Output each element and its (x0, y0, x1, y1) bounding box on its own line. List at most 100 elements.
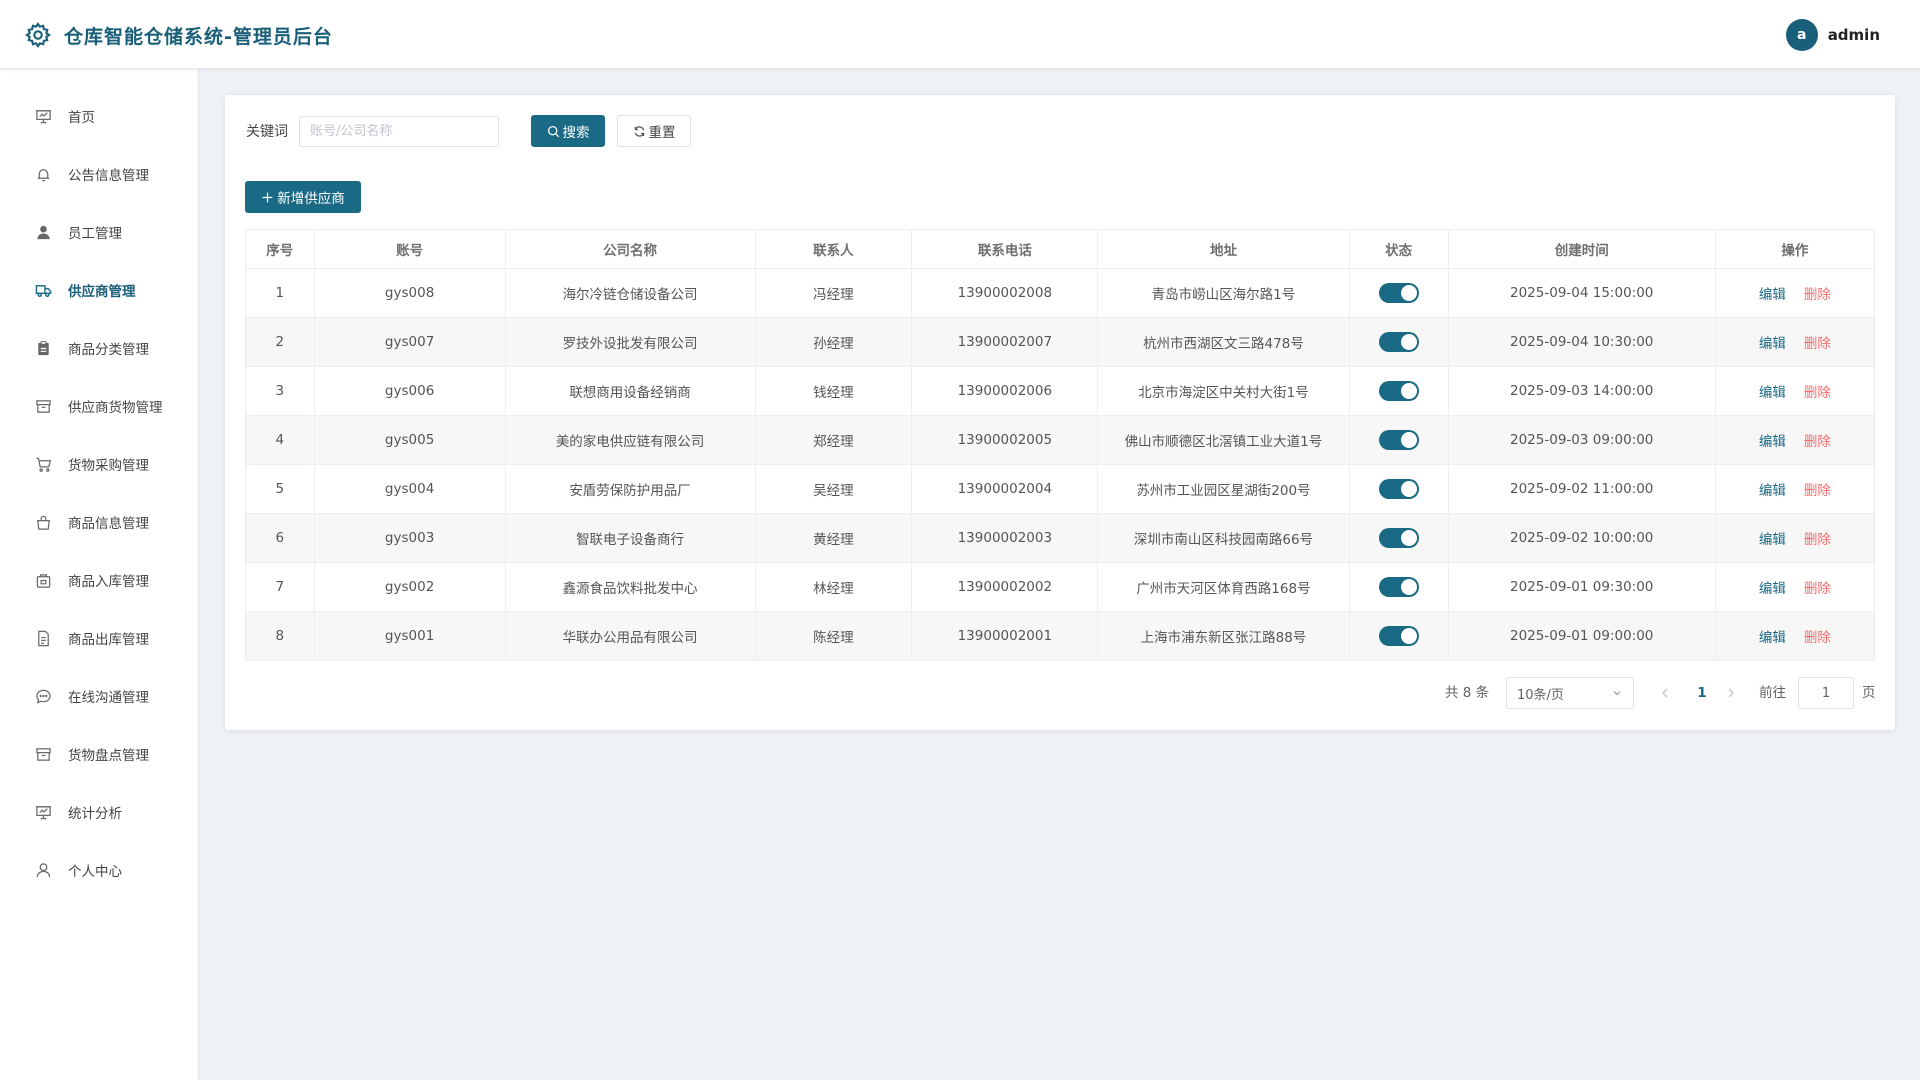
cell-address: 广州市天河区体育西路168号 (1097, 562, 1350, 612)
delete-button[interactable]: 删除 (1804, 581, 1831, 597)
total-count: 共 8 条 (1445, 685, 1490, 701)
search-input[interactable] (299, 116, 499, 147)
sidebar-item-10[interactable]: 在线沟通管理 (0, 676, 198, 716)
username[interactable]: admin (1828, 26, 1880, 44)
package-icon (34, 571, 52, 589)
sidebar-item-5[interactable]: 供应商货物管理 (0, 386, 198, 426)
avatar[interactable]: a (1785, 19, 1818, 51)
table-row: 8 gys001 华联办公用品有限公司 陈经理 13900002001 上海市浦东新区张江… (245, 611, 1876, 661)
status-toggle[interactable] (1378, 283, 1419, 303)
sidebar-item-3[interactable]: 供应商管理 (0, 270, 198, 310)
sidebar-item-9[interactable]: 商品出库管理 (0, 618, 198, 658)
sidebar-item-12[interactable]: 统计分析 (0, 792, 198, 832)
cell-company: 智联电子设备商行 (504, 513, 756, 563)
user-menu[interactable]: a admin (1785, 19, 1880, 51)
delete-button[interactable]: 删除 (1804, 336, 1831, 352)
app-title: 仓库智能仓储系统-管理员后台 (64, 25, 333, 48)
goto-page-input[interactable] (1798, 677, 1854, 709)
status-toggle[interactable] (1378, 332, 1419, 352)
sidebar-item-label: 商品出库管理 (68, 632, 149, 648)
edit-button[interactable]: 编辑 (1759, 630, 1786, 646)
bag-icon (34, 513, 52, 531)
cell-index: 4 (245, 415, 315, 465)
sidebar-item-2[interactable]: 员工管理 (0, 212, 198, 252)
cell-status (1348, 611, 1449, 661)
chat-icon (34, 687, 52, 705)
cell-address: 上海市浦东新区张江路88号 (1097, 611, 1350, 661)
cell-index: 6 (245, 513, 315, 563)
delete-button[interactable]: 删除 (1804, 630, 1831, 646)
table-row: 1 gys008 海尔冷链仓储设备公司 冯经理 13900002008 青岛市崂山区海尔路… (245, 268, 1876, 318)
cell-company: 美的家电供应链有限公司 (504, 415, 756, 465)
sidebar-item-0[interactable]: 首页 (0, 96, 198, 136)
delete-button[interactable]: 删除 (1804, 287, 1831, 303)
cell-status (1348, 415, 1449, 465)
box-icon (34, 745, 52, 763)
cell-created: 2025-09-01 09:00:00 (1447, 611, 1716, 661)
cell-created: 2025-09-04 10:30:00 (1447, 317, 1716, 367)
reset-button[interactable]: 重置 (617, 115, 691, 147)
cart-icon (34, 455, 52, 473)
status-toggle[interactable] (1378, 430, 1419, 450)
table-row: 7 gys002 鑫源食品饮料批发中心 林经理 13900002002 广州市天河区体育西… (245, 562, 1876, 612)
cell-address: 佛山市顺德区北滘镇工业大道1号 (1097, 415, 1350, 465)
column-header: 地址 (1097, 229, 1350, 269)
status-toggle[interactable] (1378, 381, 1419, 401)
delete-button[interactable]: 删除 (1804, 483, 1831, 499)
cell-actions: 编辑 删除 (1714, 415, 1876, 465)
search-button[interactable]: 搜索 (531, 115, 605, 147)
sidebar-item-1[interactable]: 公告信息管理 (0, 154, 198, 194)
column-header: 操作 (1714, 229, 1876, 269)
delete-button[interactable]: 删除 (1804, 385, 1831, 401)
edit-button[interactable]: 编辑 (1759, 532, 1786, 548)
cell-address: 北京市海淀区中关村大街1号 (1097, 366, 1350, 416)
edit-button[interactable]: 编辑 (1759, 483, 1786, 499)
sidebar-item-11[interactable]: 货物盘点管理 (0, 734, 198, 774)
page-number-current[interactable]: 1 (1690, 677, 1714, 709)
brand: 仓库智能仓储系统-管理员后台 (24, 20, 333, 50)
status-toggle[interactable] (1378, 528, 1419, 548)
status-toggle[interactable] (1378, 479, 1419, 499)
cell-phone: 13900002004 (911, 464, 1099, 514)
add-supplier-button[interactable]: 新增供应商 (245, 181, 361, 213)
next-page-icon[interactable] (1723, 685, 1739, 701)
edit-button[interactable]: 编辑 (1759, 287, 1786, 303)
edit-button[interactable]: 编辑 (1759, 581, 1786, 597)
delete-button[interactable]: 删除 (1804, 434, 1831, 450)
sidebar-item-13[interactable]: 个人中心 (0, 850, 198, 890)
cell-actions: 编辑 删除 (1714, 317, 1876, 367)
table-row: 6 gys003 智联电子设备商行 黄经理 13900002003 深圳市南山区科技园南路… (245, 513, 1876, 563)
bell-icon (34, 165, 52, 183)
cell-index: 7 (245, 562, 315, 612)
column-header: 联系人 (754, 229, 913, 269)
search-icon (547, 125, 559, 137)
cell-address: 苏州市工业园区星湖街200号 (1097, 464, 1350, 514)
table-row: 5 gys004 安盾劳保防护用品厂 吴经理 13900002004 苏州市工业园区星湖街… (245, 464, 1876, 514)
table-header-row: 序号 账号 公司名称 联系人 联系电话 地址 状态 创建时间 操作 (245, 229, 1876, 269)
page-size-select[interactable]: 10条/页 (1506, 677, 1634, 709)
delete-button[interactable]: 删除 (1804, 532, 1831, 548)
edit-button[interactable]: 编辑 (1759, 385, 1786, 401)
table-row: 4 gys005 美的家电供应链有限公司 郑经理 13900002005 佛山市顺德区北滘… (245, 415, 1876, 465)
sidebar-item-label: 供应商货物管理 (68, 400, 163, 416)
column-header: 账号 (313, 229, 506, 269)
cell-phone: 13900002003 (911, 513, 1099, 563)
prev-page-icon[interactable] (1657, 685, 1673, 701)
edit-button[interactable]: 编辑 (1759, 434, 1786, 450)
top-header: 仓库智能仓储系统-管理员后台 a admin (0, 0, 1920, 69)
sidebar-item-4[interactable]: 商品分类管理 (0, 328, 198, 368)
cell-status (1348, 513, 1449, 563)
sidebar-item-8[interactable]: 商品入库管理 (0, 560, 198, 600)
cell-status (1348, 317, 1449, 367)
cell-account: gys004 (313, 464, 506, 514)
cell-account: gys005 (313, 415, 506, 465)
document-icon (34, 629, 52, 647)
cell-phone: 13900002002 (911, 562, 1099, 612)
edit-button[interactable]: 编辑 (1759, 336, 1786, 352)
status-toggle[interactable] (1378, 577, 1419, 597)
sidebar-item-7[interactable]: 商品信息管理 (0, 502, 198, 542)
status-toggle[interactable] (1378, 626, 1419, 646)
sidebar-item-6[interactable]: 货物采购管理 (0, 444, 198, 484)
cell-actions: 编辑 删除 (1714, 268, 1876, 318)
page-size-value: 10条/页 (1517, 687, 1564, 703)
